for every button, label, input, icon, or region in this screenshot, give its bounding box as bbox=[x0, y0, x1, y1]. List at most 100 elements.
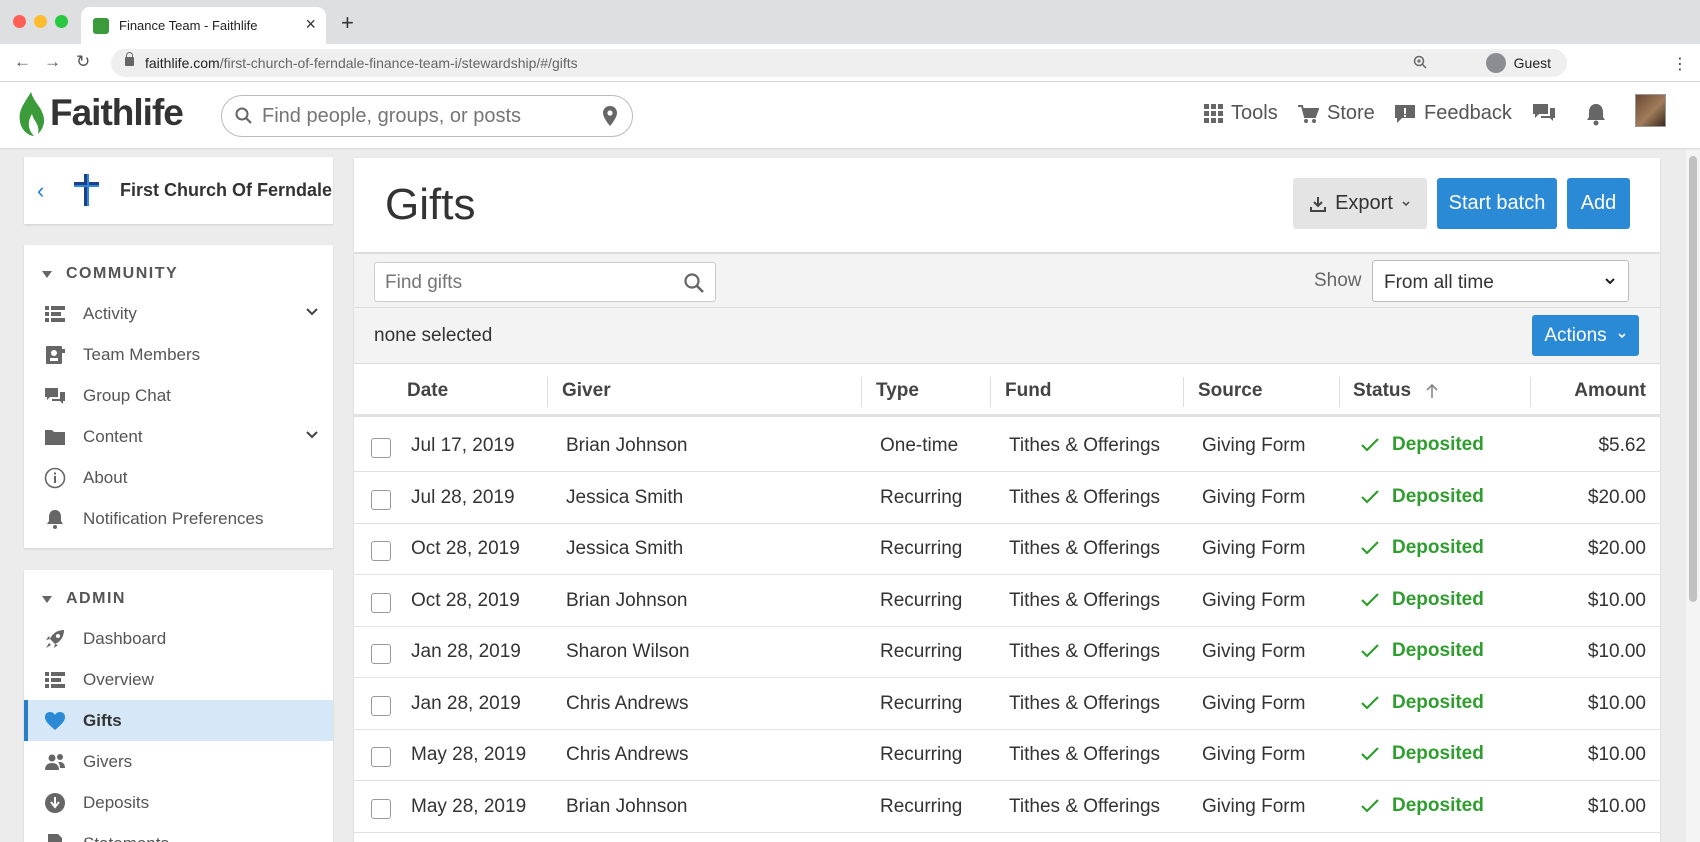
column-header-amount[interactable]: Amount bbox=[1574, 380, 1646, 402]
search-icon[interactable] bbox=[683, 272, 705, 294]
zoom-icon[interactable] bbox=[1413, 55, 1427, 69]
column-divider[interactable] bbox=[861, 377, 862, 407]
column-divider[interactable] bbox=[1339, 377, 1340, 407]
tab-title: Finance Team - Faithlife bbox=[119, 18, 258, 33]
sidebar-item-deposits[interactable]: Deposits bbox=[24, 782, 333, 823]
column-header-giver[interactable]: Giver bbox=[562, 380, 611, 402]
guest-avatar-icon bbox=[1485, 53, 1506, 73]
gift-amount: $10.00 bbox=[1587, 692, 1646, 714]
giver-name[interactable]: Jessica Smith bbox=[566, 487, 683, 509]
grid-icon bbox=[1204, 104, 1223, 123]
table-row[interactable]: Oct 28, 2019 Jessica Smith Recurring Tithes… bbox=[354, 524, 1660, 575]
giver-name[interactable]: Brian Johnson bbox=[566, 435, 687, 457]
reload-icon[interactable]: ↻ bbox=[76, 52, 90, 72]
table-row[interactable]: Jan 28, 2019 Sharon Wilson Recurring Tithes… bbox=[354, 627, 1660, 678]
faithlife-logo-text[interactable]: Faithlife bbox=[50, 92, 184, 134]
gift-amount: $20.00 bbox=[1587, 486, 1646, 508]
row-checkbox[interactable] bbox=[371, 747, 391, 767]
giver-name[interactable]: Chris Andrews bbox=[566, 744, 689, 766]
group-name[interactable]: First Church Of Ferndale bbox=[120, 180, 332, 201]
table-row[interactable]: Jul 28, 2019 Jessica Smith Recurring Tithes… bbox=[354, 473, 1660, 524]
status-badge: Deposited bbox=[1360, 795, 1484, 817]
sidebar-item-statements[interactable]: Statements bbox=[24, 823, 333, 842]
gift-fund: Tithes & Offerings bbox=[1009, 486, 1161, 508]
sidebar-item-notification-preferences[interactable]: Notification Preferences bbox=[24, 498, 333, 539]
date-range-select[interactable]: From all time bbox=[1372, 260, 1629, 302]
table-row[interactable]: Jan 28, 2019 Chris Andrews Recurring Tithes… bbox=[354, 679, 1660, 730]
global-search-input[interactable] bbox=[262, 104, 582, 128]
table-row[interactable]: May 28, 2019 Chris Andrews Recurring Tithes… bbox=[354, 730, 1660, 781]
row-checkbox[interactable] bbox=[371, 541, 391, 561]
giver-name[interactable]: Brian Johnson bbox=[566, 796, 687, 818]
status-badge: Deposited bbox=[1360, 537, 1484, 559]
table-row[interactable]: Oct 28, 2019 Brian Johnson Recurring Tithes… bbox=[354, 576, 1660, 627]
row-checkbox[interactable] bbox=[371, 798, 391, 819]
feedback-link[interactable]: Feedback bbox=[1394, 102, 1512, 125]
column-divider[interactable] bbox=[547, 377, 548, 407]
table-row[interactable]: May 28, 2019 Brian Johnson Recurring Tithes… bbox=[354, 782, 1660, 833]
table-row[interactable]: Jul 17, 2019 Brian Johnson One-time Tithes … bbox=[354, 421, 1660, 472]
row-checkbox[interactable] bbox=[371, 644, 391, 664]
column-header-type[interactable]: Type bbox=[876, 380, 919, 402]
store-link[interactable]: Store bbox=[1297, 102, 1375, 125]
find-gifts-field[interactable] bbox=[374, 262, 716, 302]
column-divider[interactable] bbox=[990, 377, 991, 407]
faithlife-flame-icon[interactable] bbox=[16, 90, 46, 138]
column-header-fund[interactable]: Fund bbox=[1005, 380, 1051, 402]
back-chevron-icon[interactable]: ‹ bbox=[37, 178, 44, 204]
column-divider[interactable] bbox=[1530, 377, 1531, 407]
giver-name[interactable]: Jessica Smith bbox=[566, 538, 683, 560]
tools-menu[interactable]: Tools bbox=[1204, 102, 1278, 125]
actions-dropdown-button[interactable]: Actions bbox=[1532, 315, 1639, 356]
chevron-down-icon[interactable] bbox=[305, 428, 319, 442]
window-zoom-button[interactable] bbox=[55, 15, 68, 28]
start-batch-button[interactable]: Start batch bbox=[1437, 178, 1557, 229]
back-arrow-icon[interactable]: ← bbox=[14, 52, 31, 72]
admin-section-toggle[interactable]: ADMIN bbox=[42, 590, 126, 608]
sidebar-item-about[interactable]: About bbox=[24, 457, 333, 498]
column-divider[interactable] bbox=[1183, 377, 1184, 407]
sidebar-item-group-chat[interactable]: Group Chat bbox=[24, 375, 333, 416]
sidebar-item-dashboard[interactable]: Dashboard bbox=[24, 618, 333, 659]
browser-tab[interactable]: Finance Team - Faithlife × bbox=[81, 7, 326, 44]
address-bar[interactable]: faithlife.com/first-church-of-ferndale-f… bbox=[111, 49, 1567, 77]
gift-source: Giving Form bbox=[1202, 538, 1306, 559]
new-tab-icon[interactable]: + bbox=[341, 10, 354, 36]
giver-name[interactable]: Sharon Wilson bbox=[566, 641, 690, 663]
notifications-bell-icon[interactable] bbox=[1585, 102, 1607, 126]
page-scrollbar-thumb[interactable] bbox=[1689, 156, 1697, 602]
export-button[interactable]: Export bbox=[1293, 178, 1427, 229]
filter-bar: Show From all time bbox=[354, 252, 1660, 308]
location-pin-icon[interactable] bbox=[602, 105, 618, 127]
sidebar-item-content[interactable]: Content bbox=[24, 416, 333, 457]
row-checkbox[interactable] bbox=[371, 592, 391, 613]
sidebar-item-givers[interactable]: Givers bbox=[24, 741, 333, 782]
user-avatar[interactable] bbox=[1635, 94, 1666, 127]
global-search[interactable] bbox=[221, 95, 633, 137]
column-header-date[interactable]: Date bbox=[407, 380, 448, 402]
column-header-status[interactable]: Status bbox=[1353, 380, 1439, 402]
gift-fund: Tithes & Offerings bbox=[1009, 641, 1161, 662]
chevron-down-icon[interactable] bbox=[305, 305, 319, 319]
row-checkbox[interactable] bbox=[371, 695, 391, 716]
forward-arrow-icon[interactable]: → bbox=[44, 52, 61, 72]
column-header-source[interactable]: Source bbox=[1198, 380, 1262, 402]
add-gift-button[interactable]: Add bbox=[1567, 178, 1630, 229]
row-checkbox[interactable] bbox=[371, 438, 391, 458]
community-section-toggle[interactable]: COMMUNITY bbox=[42, 265, 178, 283]
find-gifts-input[interactable] bbox=[385, 272, 665, 294]
profile-button[interactable]: Guest bbox=[1482, 51, 1563, 75]
row-checkbox[interactable] bbox=[371, 489, 391, 510]
messages-icon[interactable] bbox=[1531, 102, 1557, 124]
giver-name[interactable]: Chris Andrews bbox=[566, 693, 689, 715]
browser-menu-icon[interactable]: ⋮ bbox=[1672, 54, 1688, 74]
document-icon bbox=[48, 834, 62, 842]
tab-close-icon[interactable]: × bbox=[305, 14, 316, 35]
sidebar-item-overview[interactable]: Overview bbox=[24, 659, 333, 700]
giver-name[interactable]: Brian Johnson bbox=[566, 590, 687, 612]
window-minimize-button[interactable] bbox=[34, 15, 47, 28]
sidebar-item-activity[interactable]: Activity bbox=[24, 293, 333, 334]
sidebar-item-gifts[interactable]: Gifts bbox=[24, 700, 333, 741]
window-close-button[interactable] bbox=[13, 15, 26, 28]
sidebar-item-team-members[interactable]: Team Members bbox=[24, 334, 333, 375]
